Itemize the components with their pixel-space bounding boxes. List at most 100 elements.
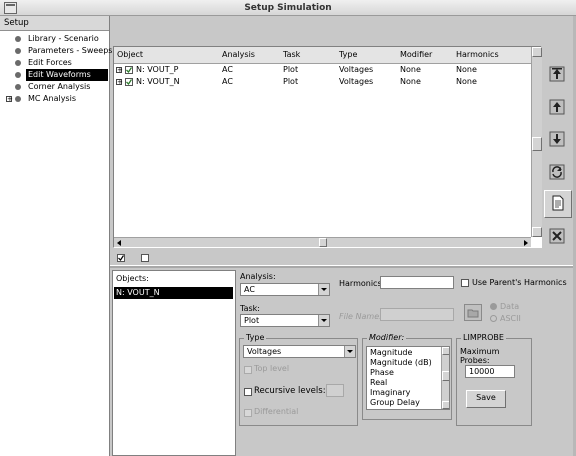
analysis-label: Analysis: (240, 272, 276, 281)
tree-item-parameters-sweeps[interactable]: Parameters - Sweeps (0, 45, 112, 57)
limprobe-group: LIMPROBE Maximum Probes: 10000 Save (456, 333, 532, 426)
table-vertical-scrollbar[interactable] (531, 47, 542, 237)
scroll-down-arrow[interactable] (532, 227, 542, 237)
delete-button[interactable] (544, 224, 570, 248)
scroll-down-arrow[interactable] (442, 401, 449, 409)
save-button[interactable]: Save (466, 390, 506, 408)
cell-task: Plot (283, 77, 299, 86)
list-item[interactable]: Group Delay (370, 398, 420, 407)
column-header-task[interactable]: Task (280, 47, 340, 64)
scroll-thumb[interactable] (319, 238, 327, 247)
refresh-icon (549, 164, 565, 180)
row-checkbox[interactable] (125, 78, 133, 86)
recursive-levels-checkbox[interactable] (244, 388, 252, 396)
analysis-select[interactable]: AC (240, 283, 330, 296)
bullet-icon (15, 60, 21, 66)
setup-header-label: Setup (4, 18, 29, 28)
scroll-right-arrow[interactable] (522, 239, 530, 247)
list-item[interactable]: Magnitude (dB) (370, 358, 432, 367)
tree-label: MC Analysis (28, 94, 76, 103)
expand-icon[interactable]: + (116, 67, 123, 74)
modifier-list[interactable]: Magnitude Magnitude (dB) Phase Real Imag… (366, 346, 450, 410)
list-item[interactable]: Imaginary (370, 388, 410, 397)
tree-item-library-scenario[interactable]: Library - Scenario (0, 33, 110, 45)
window-title-bar: Setup Simulation (0, 0, 576, 16)
list-item[interactable]: Phase (370, 368, 394, 377)
chevron-down-icon (318, 284, 329, 295)
type-value: Voltages (247, 347, 282, 356)
type-legend: Type (244, 333, 267, 342)
setup-panel: Setup Library - Scenario Parameters - Sw… (0, 16, 112, 456)
column-header-analysis[interactable]: Analysis (219, 47, 284, 64)
move-down-button[interactable] (544, 127, 570, 151)
chevron-down-icon (344, 346, 355, 357)
differential-label: Differential (254, 407, 299, 416)
tree-item-edit-forces[interactable]: Edit Forces (0, 57, 110, 69)
scroll-thumb[interactable] (532, 137, 542, 151)
ascii-radio (490, 315, 497, 322)
bullet-icon (15, 72, 21, 78)
folder-icon (464, 304, 482, 321)
expand-icon[interactable]: + (116, 79, 123, 86)
cell-modifier: None (400, 65, 421, 74)
expand-icon[interactable]: + (6, 96, 13, 103)
table-horizontal-scrollbar[interactable] (114, 237, 531, 247)
list-item[interactable]: Real (370, 378, 387, 387)
window-menu-icon[interactable] (4, 2, 17, 14)
type-group: Type Voltages Top level Recursive levels… (239, 333, 358, 426)
panel-separator[interactable] (110, 265, 576, 268)
tree-item-mc-analysis[interactable]: + MC Analysis (0, 93, 110, 105)
data-radio-label: Data (500, 302, 520, 311)
tree-label: Edit Waveforms (26, 69, 108, 81)
objects-list-item[interactable]: N: VOUT_N (114, 287, 233, 299)
modifier-legend: Modifier: (367, 333, 407, 342)
row-checkbox[interactable] (125, 66, 133, 74)
table-row[interactable]: + N: VOUT_N AC Plot Voltages None None (114, 76, 531, 88)
chevron-down-icon (318, 315, 329, 326)
column-header-modifier[interactable]: Modifier (397, 47, 457, 64)
browse-file-button (464, 304, 482, 321)
bullet-icon (15, 48, 21, 54)
move-up-button[interactable] (544, 95, 570, 119)
top-level-label: Top level (254, 364, 290, 373)
list-item[interactable]: Magnitude (370, 348, 412, 357)
delete-icon (549, 228, 565, 244)
column-header-harmonics[interactable]: Harmonics (453, 47, 535, 64)
move-top-button[interactable] (544, 62, 570, 86)
ascii-radio-label: ASCII (500, 314, 521, 323)
cell-harmonics: None (456, 65, 477, 74)
scroll-up-arrow[interactable] (532, 47, 542, 57)
harmonics-label: Harmonics: (339, 279, 385, 288)
deselect-all-checkbox[interactable] (141, 254, 149, 262)
tree-item-corner-analysis[interactable]: Corner Analysis (0, 81, 110, 93)
bullet-icon (15, 36, 21, 42)
move-top-icon (549, 66, 565, 82)
type-select[interactable]: Voltages (243, 345, 356, 358)
move-down-icon (549, 131, 565, 147)
task-select[interactable]: Plot (240, 314, 330, 327)
scroll-thumb[interactable] (442, 371, 449, 381)
cell-analysis: AC (222, 65, 233, 74)
modifier-scrollbar[interactable] (441, 347, 449, 409)
cell-task: Plot (283, 65, 299, 74)
refresh-button[interactable] (544, 160, 570, 184)
window-title: Setup Simulation (244, 3, 332, 13)
scroll-left-arrow[interactable] (115, 239, 123, 247)
recursive-levels-label: Recursive levels: (254, 386, 326, 396)
use-parent-harmonics-checkbox[interactable] (461, 279, 469, 287)
column-header-type[interactable]: Type (336, 47, 401, 64)
column-header-object[interactable]: Object (114, 47, 223, 64)
table-row[interactable]: + N: VOUT_P AC Plot Voltages None None (114, 64, 531, 76)
cell-object: N: VOUT_P (136, 65, 179, 74)
max-probes-input[interactable]: 10000 (465, 365, 515, 378)
document-button[interactable] (544, 190, 572, 218)
scroll-up-arrow[interactable] (442, 347, 449, 355)
cell-harmonics: None (456, 77, 477, 86)
select-all-checkbox[interactable] (117, 254, 125, 262)
harmonics-input[interactable] (380, 276, 454, 289)
file-name-input (380, 308, 454, 321)
cell-analysis: AC (222, 77, 233, 86)
tree-item-edit-waveforms[interactable]: Edit Waveforms (0, 69, 110, 81)
tree-label: Corner Analysis (28, 82, 91, 91)
differential-checkbox (244, 409, 252, 417)
